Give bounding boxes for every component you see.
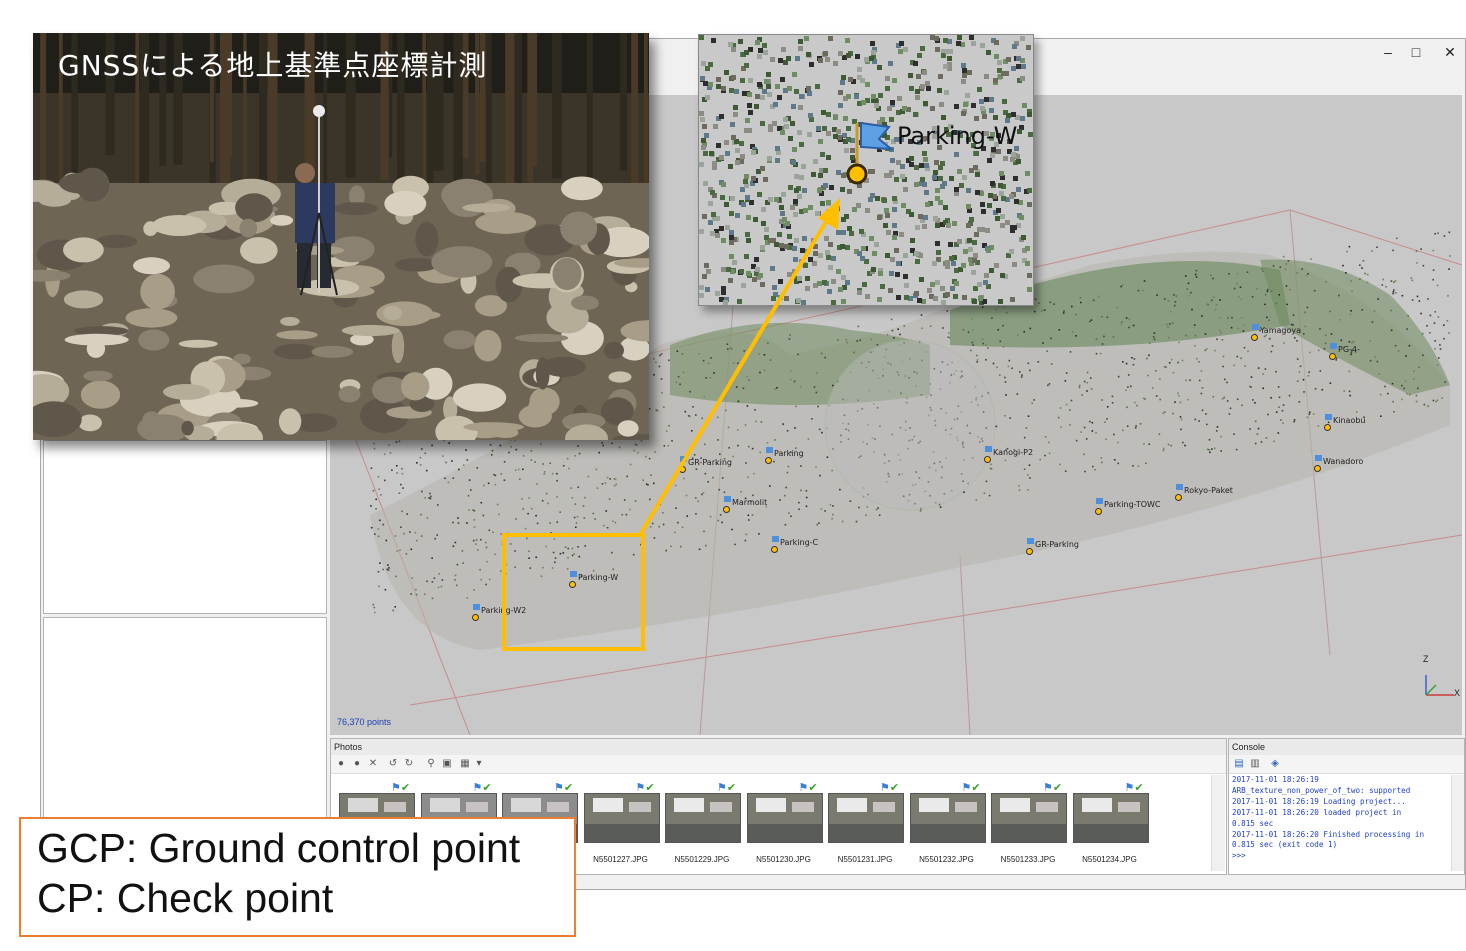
legend-cp: CP: Check point bbox=[37, 875, 334, 921]
callout-arrow bbox=[638, 198, 840, 537]
legend-gcp: GCP: Ground control point bbox=[37, 825, 521, 871]
legend-box: GCP: Ground control point CP: Check poin… bbox=[19, 817, 576, 937]
